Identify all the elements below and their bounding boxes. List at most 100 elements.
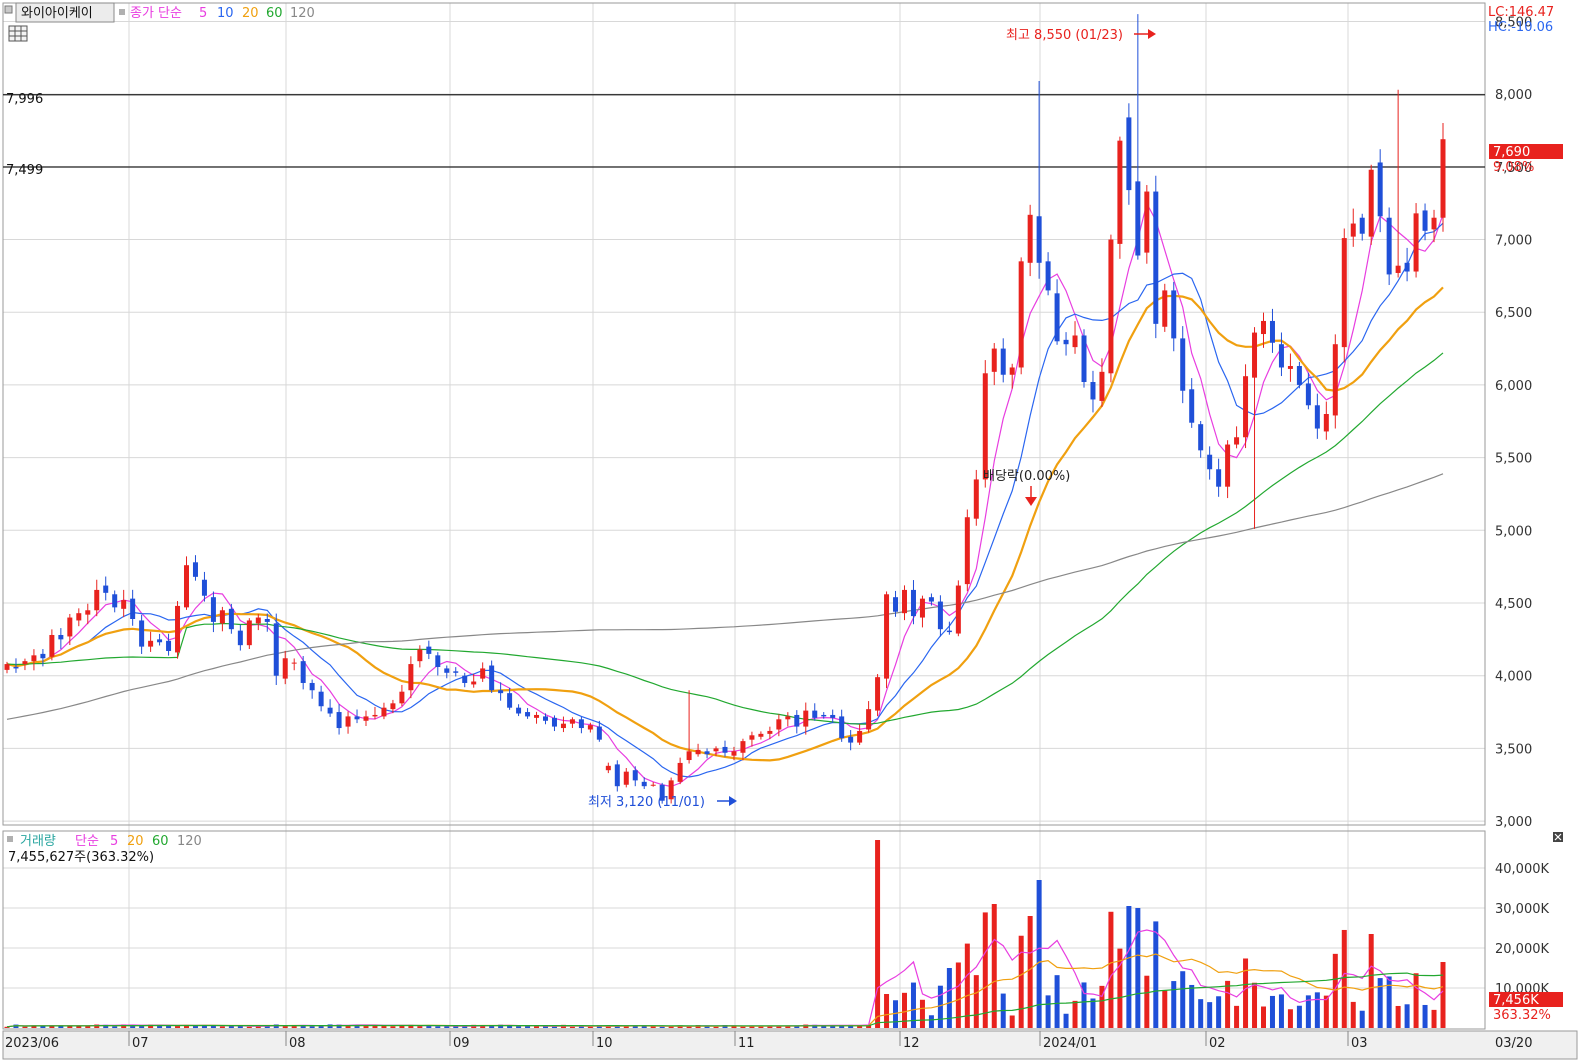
candle-body [264,619,270,622]
volume-tick-label: 20,000K [1495,942,1549,957]
volume-bar [1395,1005,1401,1028]
candle-body [821,714,827,717]
volume-bar [390,1026,396,1028]
candle-body [569,719,575,724]
candle-body [1395,265,1401,273]
candle-body [1054,293,1060,342]
volume-legend-bullet-icon [7,836,13,842]
candle-body [1261,320,1266,335]
volume-bar [1269,995,1275,1028]
price-legend-bullet-icon [119,9,125,15]
candle-body [713,748,719,752]
x-axis-label: 2023/06 [5,1036,59,1051]
candle-body [776,719,782,730]
price-tick-label: 3,000 [1495,815,1532,830]
candle-body [767,730,773,734]
candle-body [677,762,683,782]
volume-bar [1350,1001,1356,1028]
candle-body [363,716,369,721]
vol-ma-legend-60: 60 [152,834,169,849]
volume-bar [569,1026,575,1028]
price-tick-label: 4,500 [1495,597,1532,612]
volume-bar [1386,976,1392,1028]
candle-body [103,585,109,593]
candle-body [49,634,55,657]
volume-bar [1243,958,1249,1028]
candle-body [1108,239,1114,374]
candle-body [803,710,809,727]
candle-body [453,671,459,673]
candle-body [4,664,10,670]
candle-body [704,751,710,755]
x-axis-label: 02 [1209,1036,1226,1051]
ma-legend-10: 10 [217,6,234,21]
price-tick-label: 6,500 [1495,306,1532,321]
candle-body [426,646,432,654]
candle-body [641,781,647,787]
candle-body [605,765,611,771]
volume-bar [1422,1004,1428,1028]
volume-bar [1323,995,1329,1028]
candle-body [112,594,118,608]
candle-body [848,736,854,743]
volume-tick-label: 40,000K [1495,862,1549,877]
candle-body [67,617,73,637]
low-annotation: 최저 3,120 (11/01) [588,795,705,810]
candle-body [192,562,198,577]
candle-body [614,764,620,787]
candle-body [300,661,306,683]
volume-bar [1036,880,1042,1028]
candle-body [336,712,342,729]
volume-bar [1198,999,1204,1028]
candle-body [1350,223,1356,237]
volume-bar [982,912,988,1028]
volume-title: 거래량 [20,834,56,849]
candle-body [210,597,216,622]
price-tick-label: 6,000 [1495,379,1532,394]
candle-body [1090,382,1096,400]
candle-body [812,710,818,718]
volume-bar [1063,1013,1069,1028]
legend-toggle-icon[interactable] [4,5,13,14]
candle-body [1278,344,1284,368]
candle-body [1072,335,1078,348]
candle-body [839,716,845,739]
candle-body [1359,217,1365,234]
candle-body [1207,454,1213,470]
candle-body [623,771,629,785]
candle-body [345,716,351,727]
candle-body [480,668,486,679]
volume-bar [1072,1000,1078,1028]
candle-body [1027,214,1033,263]
x-axis-label: 12 [903,1036,920,1051]
candle-body [94,589,100,611]
table-icon[interactable] [8,25,28,42]
candle-body [1243,376,1249,438]
candle-body [596,726,602,740]
candle-body [560,723,566,729]
candle-body [1171,290,1177,339]
candle-body [632,770,638,781]
x-axis-label: 03 [1351,1036,1368,1051]
volume-bar [534,1026,540,1028]
close-icon[interactable] [1553,832,1563,842]
volume-bar [1261,1006,1266,1028]
ma-legend-120: 120 [290,6,315,21]
candle-body [758,733,764,737]
candle-body [1252,332,1258,378]
candle-body [58,634,64,640]
volume-bar [417,1026,423,1028]
volume-bar [1314,992,1320,1028]
candle-body [534,714,540,718]
candle-body [1162,290,1168,327]
volume-bar [1359,1010,1365,1028]
hc-value: HC:-10.06 [1488,20,1553,35]
candle-body [543,716,548,721]
candle-body [309,682,315,691]
stock-name[interactable]: 와이아이케이 [21,6,93,21]
candle-body [1198,424,1204,451]
candle-body [1189,389,1195,423]
ma-legend-5: 5 [199,6,207,21]
vol-ma-legend-20: 20 [127,834,144,849]
current-volume: 7,456K [1493,993,1539,1008]
